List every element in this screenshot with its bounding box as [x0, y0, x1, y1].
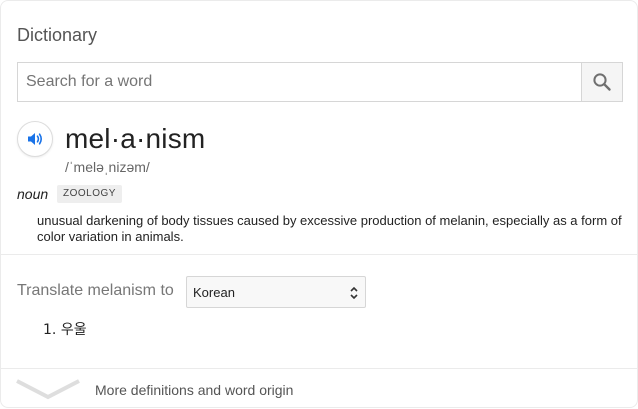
- dictionary-card: Dictionary mel·a·nism /ˈmeləˌnizəm/ noun…: [0, 0, 638, 408]
- translation-result-text: 우울: [60, 322, 87, 338]
- translation-result-item: 1. 우울: [43, 321, 87, 339]
- phonetic-spelling: /ˈmeləˌnizəm/: [65, 159, 150, 175]
- section-divider: [1, 254, 638, 255]
- search-box: [17, 62, 623, 102]
- domain-badge: ZOOLOGY: [57, 185, 122, 203]
- language-select-value: Korean: [193, 285, 235, 300]
- more-definitions-label: More definitions and word origin: [95, 382, 294, 398]
- pronunciation-button[interactable]: [17, 121, 53, 157]
- speaker-icon: [28, 133, 42, 145]
- search-button[interactable]: [581, 63, 622, 101]
- language-select[interactable]: Korean: [186, 276, 366, 308]
- search-input[interactable]: [18, 63, 582, 101]
- headword: mel·a·nism: [65, 123, 206, 154]
- part-of-speech: noun: [17, 186, 49, 202]
- more-definitions-link[interactable]: More definitions and word origin: [1, 369, 638, 409]
- search-icon: [593, 73, 611, 91]
- chevron-down-icon: [16, 379, 80, 400]
- translation-result-number: 1.: [43, 322, 57, 338]
- select-caret-icon: [350, 286, 358, 300]
- card-title: Dictionary: [17, 25, 98, 45]
- definition-text: unusual darkening of body tissues caused…: [37, 213, 622, 244]
- translate-label: Translate melanism to: [17, 282, 174, 299]
